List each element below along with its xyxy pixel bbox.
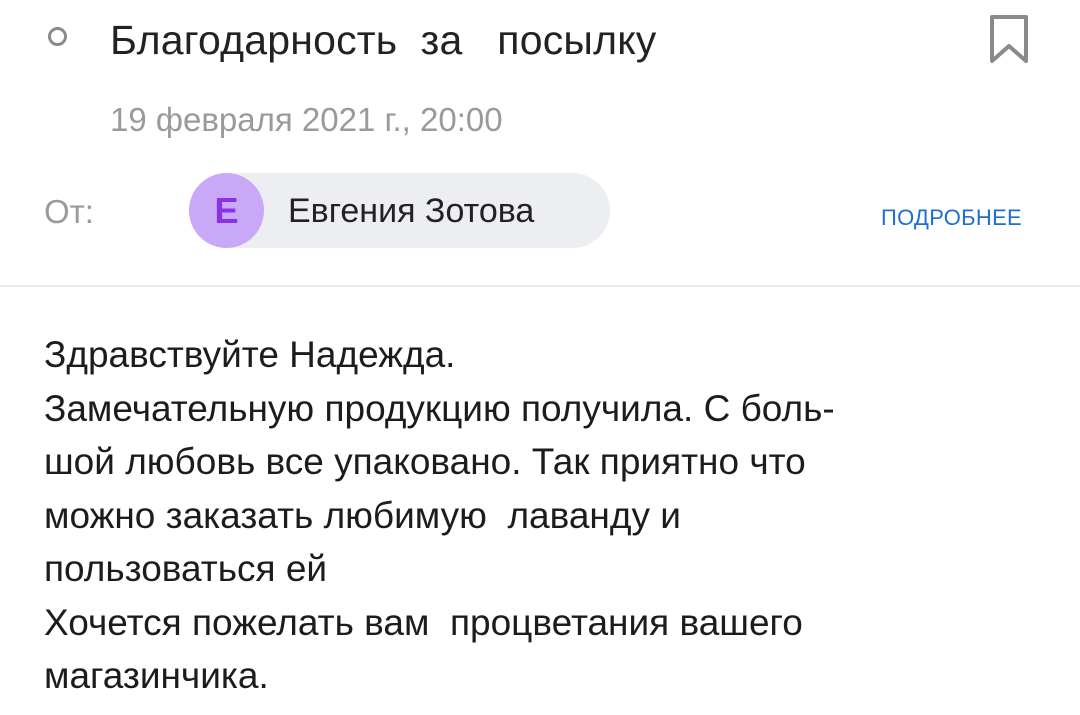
body-line: Замечательную продукцию получила. С боль… — [44, 387, 835, 429]
sender-name: Евгения Зотова — [288, 192, 535, 230]
details-link[interactable]: ПОДРОБНЕЕ — [881, 204, 1022, 232]
from-label: От: — [44, 193, 94, 230]
body-line: магазинчика. — [44, 655, 269, 696]
body-line: пользоваться ей — [44, 548, 328, 589]
unread-circle-icon[interactable] — [48, 27, 67, 46]
body-line: можно заказать любимую лаванду и — [44, 494, 681, 536]
message-date: 19 февраля 2021 г., 20:00 — [110, 101, 503, 138]
message-body: Здравствуйте Надежда. Замечательную прод… — [44, 328, 1054, 703]
mail-message-screen: Благодарность за посылку 19 февраля 2021… — [0, 0, 1080, 715]
sender-chip[interactable]: Е Евгения Зотова — [189, 173, 610, 248]
body-line: шой любовь все упаковано. Так приятно чт… — [44, 441, 806, 482]
bookmark-icon[interactable] — [985, 12, 1033, 66]
body-line: Хочется пожелать вам процветания вашего — [44, 601, 803, 643]
avatar: Е — [189, 173, 264, 248]
header-divider — [0, 285, 1080, 287]
message-subject: Благодарность за посылку — [110, 17, 657, 63]
body-line: Здравствуйте Надежда. — [44, 334, 456, 375]
